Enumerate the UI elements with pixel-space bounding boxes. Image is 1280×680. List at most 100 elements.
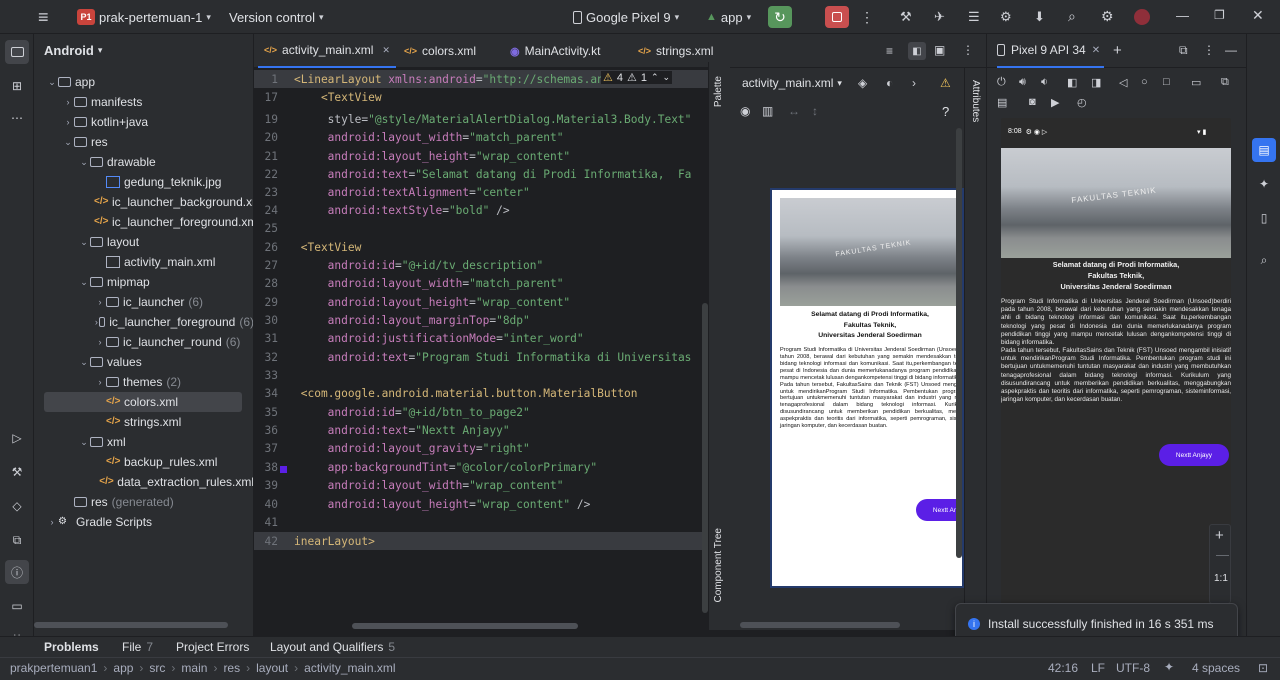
run-tool-button[interactable]: ▷ [5,426,29,450]
build-tool-button[interactable]: ⚒ [5,460,29,484]
code-line[interactable]: 35 android:id = "@+id/btn_to_page2" [254,403,708,421]
tree-item[interactable]: </> ic_launcher_foreground.xml [34,212,253,232]
editor-horizontal-scrollbar[interactable] [352,623,578,629]
attributes-label[interactable]: Attributes [970,80,981,122]
design-vertical-scrollbar[interactable] [956,128,962,558]
zoom-ratio[interactable]: 1:1 [1214,573,1228,584]
close-icon[interactable]: ✕ [1092,45,1100,56]
horizontal-scrollbar[interactable] [34,622,228,628]
code-line[interactable]: 34 <com.google.android.material.button.M… [254,384,708,402]
code-line[interactable]: 37 android:layout_gravity = "right" [254,439,708,457]
horizontal-resize-icon[interactable]: ↔ [788,104,800,118]
camera-icon[interactable]: ◙ [1029,96,1036,108]
orientation-icon[interactable]: ◈ [858,76,867,90]
code-line[interactable]: 36 android:text = "Nextt Anjayy" [254,421,708,439]
component-tree-label[interactable]: Component Tree [713,528,724,603]
emulator-screen[interactable]: 8:08 ⚙ ◉ ▷ ▾ ▮ FAKULTAS TEKNIK Selamat d… [1001,118,1231,604]
project-tool-button[interactable] [5,40,29,64]
chevron-down-icon[interactable]: ⌄ [78,277,90,288]
breadcrumb-item[interactable]: app [113,661,133,675]
volume-up-icon[interactable]: 🔊︎ [1019,76,1026,89]
line-separator[interactable]: LF [1091,661,1105,675]
chevron-down-icon[interactable]: ⌄ [78,437,90,448]
editor-tab[interactable]: </> strings.xml [632,34,719,68]
sync-icon[interactable]: ☰ [968,9,980,25]
editor-tab[interactable]: ◉ MainActivity.kt [504,34,606,68]
chevron-down-icon[interactable]: ⌄ [78,237,90,248]
design-view-icon[interactable]: ▣ [934,43,945,57]
tree-item[interactable]: › themes (2) [34,372,253,392]
tree-item[interactable]: </> strings.xml [34,412,253,432]
layout-inspector-button[interactable]: ⌕ [1252,248,1276,272]
eye-icon[interactable]: ◉ [740,104,750,118]
breadcrumb-item[interactable]: src [149,661,165,675]
breadcrumb-item[interactable]: layout [256,661,288,675]
tree-item[interactable]: </> backup_rules.xml [34,452,253,472]
home-icon[interactable]: ○ [1141,76,1148,88]
chevron-right-icon[interactable]: › [62,117,74,127]
run-config-selector[interactable]: ▲ app ▾ [706,8,751,26]
code-line[interactable]: 19 style= "@style/MaterialAlertDialog.Mat… [254,110,708,128]
hide-panel-icon[interactable]: — [1225,43,1237,57]
editor-tab[interactable]: </> colors.xml [398,34,482,68]
code-line[interactable]: 41 [254,513,708,531]
code-line[interactable]: 32 android:text = "Program Studi Informati… [254,348,708,366]
chevron-down-icon[interactable]: ⌄ [62,137,74,148]
gemini-tool-button[interactable]: ◇ [5,494,29,518]
device-selector[interactable]: Google Pixel 9 ▾ [573,8,679,26]
tree-item[interactable]: ⌄ drawable [34,152,253,172]
code-line[interactable]: 42 inearLayout> [254,532,708,550]
chevron-right-icon[interactable]: › [46,517,58,527]
tree-item[interactable]: › ic_launcher_foreground (6) [34,312,253,332]
emulator-more-icon[interactable]: ⋮ [1203,43,1215,57]
volume-down-icon[interactable]: 🔉︎ [1041,76,1048,89]
code-line[interactable]: 24 android:textStyle = "bold" /> [254,201,708,219]
chevron-right-icon[interactable]: › [94,297,106,307]
chevron-right-icon[interactable]: › [94,377,106,387]
tree-item[interactable]: activity_main.xml [34,252,253,272]
tree-item[interactable]: › kotlin+java [34,112,253,132]
device-frame-icon[interactable]: ▭ [1191,76,1201,89]
file-encoding[interactable]: UTF-8 [1116,661,1150,675]
app-next-button[interactable]: Nextt Anjayy [1159,444,1229,466]
chevron-right-icon[interactable]: › [912,76,916,90]
code-line[interactable]: 27 android:id = "@+id/tv_description" [254,256,708,274]
chevron-down-icon[interactable]: ⌄ [78,357,90,368]
color-gutter-icon[interactable] [280,466,287,473]
bottom-tab[interactable]: File 7 [122,640,153,654]
editor-tab[interactable]: </> activity_main.xml ✕ [258,34,396,68]
design-horizontal-scrollbar[interactable] [740,622,900,628]
problems-tool-button[interactable]: ⓘ [5,560,29,584]
resource-manager-button[interactable]: ⊞ [5,74,29,98]
chevron-down-icon[interactable]: ⌄ [46,77,58,88]
code-editor[interactable]: 1 <LinearLayout xmlns:android = "http://sch… [254,68,708,630]
code-line[interactable]: 25 [254,219,708,237]
mirror-icon[interactable]: ⧉ [1221,76,1229,89]
device-explorer-button[interactable]: ▯ [1252,206,1276,230]
running-devices-button[interactable]: ▤ [1252,138,1276,162]
sdk-manager-icon[interactable]: ⬇ [1034,9,1045,25]
help-icon[interactable]: ? [942,104,949,119]
tree-item[interactable]: ⌄ res [34,132,253,152]
palette-label[interactable]: Palette [713,76,724,107]
back-icon[interactable]: ◁ [1119,76,1127,89]
tree-item[interactable]: › ic_launcher_round (6) [34,332,253,352]
code-line[interactable]: 31 android:justificationMode = "inter_word… [254,329,708,347]
inspection-widget[interactable]: ⚠ 4 ⚠ 1 ⌃ ⌄ [601,71,673,84]
cursor-position[interactable]: 42:16 [1048,661,1078,675]
tree-item[interactable]: </> colors.xml [44,392,242,412]
extended-controls-icon[interactable]: ◴ [1077,96,1087,109]
app-inspection-button[interactable]: ⧉ [5,528,29,552]
code-line[interactable]: 29 android:layout_height = "wrap_content" [254,293,708,311]
tree-item[interactable]: </> data_extraction_rules.xml [34,472,253,492]
tree-item[interactable]: gedung_teknik.jpg [34,172,253,192]
code-line[interactable]: 21 android:layout_height = "wrap_content" [254,147,708,165]
code-line[interactable]: 39 android:layout_width = "wrap_content" [254,476,708,494]
tree-item[interactable]: res (generated) [34,492,253,512]
split-view-icon[interactable]: ◧ [908,42,926,60]
record-icon[interactable]: ▶ [1051,96,1059,109]
rotate-right-icon[interactable]: ◨ [1091,76,1101,89]
code-line[interactable]: 38 app:backgroundTint = "@color/colorPrima… [254,458,708,476]
stop-button[interactable] [825,6,849,28]
tree-item[interactable]: ⌄ xml [34,432,253,452]
